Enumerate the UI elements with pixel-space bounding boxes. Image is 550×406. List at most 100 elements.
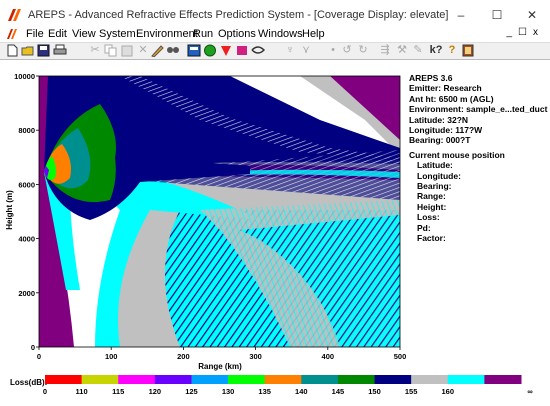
y-tick-label: 10000 bbox=[14, 72, 35, 81]
y-tick-label: 6000 bbox=[18, 180, 35, 189]
book-icon[interactable] bbox=[461, 44, 475, 57]
minimize-button[interactable]: – bbox=[446, 5, 476, 25]
legend-tick-label: 115 bbox=[112, 387, 124, 396]
mdi-controls: _☐x bbox=[506, 27, 544, 38]
y-tick-label: 2000 bbox=[18, 289, 35, 298]
propagation-icon[interactable] bbox=[251, 44, 265, 57]
tools-icon[interactable]: ⚒ bbox=[395, 44, 409, 57]
legend-tick-label: ∞ bbox=[527, 387, 532, 396]
legend-swatch bbox=[411, 375, 449, 384]
maximize-button[interactable]: ☐ bbox=[482, 5, 512, 25]
coverage-heatmap bbox=[39, 76, 400, 347]
legend-tick-label: 120 bbox=[149, 387, 162, 396]
areps-logo-icon bbox=[8, 9, 21, 21]
mouse-position-header: Current mouse position bbox=[409, 149, 505, 160]
globe-icon[interactable] bbox=[203, 44, 217, 57]
close-button[interactable]: ✕ bbox=[517, 5, 547, 25]
legend-tick-label: 145 bbox=[332, 387, 345, 396]
menu-help[interactable]: Help bbox=[302, 28, 325, 40]
terrain-icon[interactable]: ♆ bbox=[283, 44, 297, 57]
menu-options[interactable]: Options bbox=[218, 28, 256, 40]
open-icon[interactable] bbox=[21, 44, 35, 57]
help-icon[interactable]: k? bbox=[429, 44, 443, 57]
mouse-range: Range: bbox=[417, 191, 446, 202]
legend-swatch bbox=[484, 375, 522, 384]
legend-swatch bbox=[301, 375, 339, 384]
mouse-bearing: Bearing: bbox=[417, 181, 452, 192]
menu-system[interactable]: System bbox=[99, 28, 136, 40]
legend-swatch bbox=[45, 375, 83, 384]
emitter-text: Emitter: Research bbox=[409, 83, 482, 94]
legend-swatch bbox=[374, 375, 412, 384]
menu-file[interactable]: File bbox=[26, 28, 44, 40]
legend-label: Loss(dB): bbox=[10, 378, 47, 387]
version-text: AREPS 3.6 bbox=[409, 73, 453, 83]
legend-swatch bbox=[228, 375, 266, 384]
latitude-text: Latitude: 32?N bbox=[409, 114, 469, 125]
mouse-factor: Factor: bbox=[417, 233, 446, 244]
calc-icon[interactable] bbox=[187, 44, 201, 57]
x-tick-label: 400 bbox=[322, 352, 335, 361]
x-tick-label: 500 bbox=[394, 352, 407, 361]
mouse-height: Height: bbox=[417, 201, 447, 212]
longitude-text: Longitude: 117?W bbox=[409, 125, 483, 136]
menu-run[interactable]: Run bbox=[193, 28, 213, 40]
find-icon[interactable] bbox=[166, 44, 180, 57]
delete-icon[interactable]: ✕ bbox=[136, 44, 150, 57]
environment-text: Environment: sample_e...ted_duct bbox=[409, 104, 548, 115]
undo-icon[interactable]: ↺ bbox=[340, 44, 354, 57]
info-panel: AREPS 3.6 Emitter: Research Ant ht: 6500… bbox=[409, 73, 547, 244]
loss-legend: 0 110 115 120 125 130 135 140 145 150 155 160 ∞ bbox=[43, 375, 533, 396]
mdi-restore-button[interactable]: ☐ bbox=[518, 27, 533, 38]
legend-swatch bbox=[154, 375, 192, 384]
legend-tick-label: 125 bbox=[185, 387, 198, 396]
save-icon[interactable] bbox=[37, 44, 51, 57]
coverage-display-panel: 0 2000 4000 6000 8000 10000 0 100 200 300 400 500 … bbox=[0, 60, 550, 406]
mouse-loss: Loss: bbox=[417, 212, 440, 223]
legend-tick-label: 155 bbox=[405, 387, 418, 396]
legend-swatch bbox=[337, 375, 376, 384]
mouse-pd: Pd: bbox=[417, 222, 431, 233]
run-icon[interactable] bbox=[219, 44, 233, 57]
print-icon[interactable] bbox=[53, 44, 67, 57]
legend-swatch bbox=[81, 375, 119, 384]
x-tick-label: 0 bbox=[37, 352, 41, 361]
x-tick-label: 200 bbox=[177, 352, 190, 361]
cut-icon[interactable]: ✂ bbox=[88, 44, 102, 57]
paste-icon[interactable] bbox=[120, 44, 134, 57]
legend-swatch bbox=[264, 375, 302, 384]
y-axis-label: Height (m) bbox=[5, 190, 14, 230]
legend-swatch bbox=[447, 375, 485, 384]
x-axis-ticks: 0 100 200 300 400 500 bbox=[37, 347, 406, 361]
menu-bar: File Edit View System Environment Run Op… bbox=[0, 26, 550, 42]
legend-tick-label: 135 bbox=[258, 387, 271, 396]
y-axis-ticks: 0 2000 4000 6000 8000 10000 bbox=[14, 72, 39, 352]
window-title: AREPS - Advanced Refractive Effects Pred… bbox=[28, 9, 449, 21]
menu-view[interactable]: View bbox=[72, 28, 96, 40]
legend-tick-label: 110 bbox=[76, 387, 88, 396]
antenna-icon[interactable]: ⋎ bbox=[299, 44, 313, 57]
menu-edit[interactable]: Edit bbox=[48, 28, 67, 40]
mdi-minimize-button[interactable]: _ bbox=[506, 27, 518, 38]
copy-icon[interactable] bbox=[104, 44, 118, 57]
menu-environment[interactable]: Environment bbox=[136, 28, 198, 40]
point-icon[interactable]: • bbox=[326, 44, 340, 57]
redo-icon[interactable]: ↻ bbox=[356, 44, 370, 57]
menu-windows[interactable]: Windows bbox=[258, 28, 303, 40]
x-axis-label: Range (km) bbox=[198, 362, 242, 371]
x-tick-label: 300 bbox=[249, 352, 262, 361]
signal-icon[interactable] bbox=[235, 44, 249, 57]
x-tick-label: 100 bbox=[105, 352, 118, 361]
hint-icon[interactable]: ? bbox=[445, 44, 459, 57]
toolbar: ✂ ✕ ♆ ⋎ • ↺ ↻ ⇶ ⚒ ✎ k? ? bbox=[0, 42, 550, 60]
legend-tick-label: 160 bbox=[442, 387, 455, 396]
mdi-child-icon[interactable] bbox=[6, 28, 20, 40]
settings-icon[interactable]: ✎ bbox=[411, 44, 425, 57]
edit-icon[interactable] bbox=[150, 44, 164, 57]
y-tick-label: 0 bbox=[31, 343, 35, 352]
mdi-close-button[interactable]: x bbox=[533, 27, 544, 38]
antenna-height-text: Ant ht: 6500 m (AGL) bbox=[409, 93, 494, 104]
chart-icon[interactable]: ⇶ bbox=[378, 44, 392, 57]
mouse-latitude: Latitude: bbox=[417, 160, 453, 171]
new-icon[interactable] bbox=[5, 44, 19, 57]
